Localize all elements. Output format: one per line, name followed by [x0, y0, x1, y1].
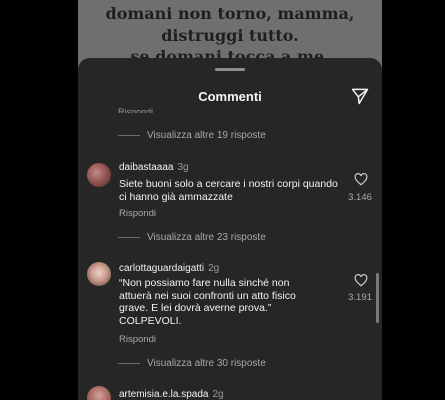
username[interactable]: daibastaaaa	[119, 162, 174, 173]
like-count: 3.191	[348, 292, 372, 303]
avatar[interactable]	[87, 386, 111, 400]
view-more-replies[interactable]: Visualizza altre 19 risposte	[118, 130, 266, 141]
sheet-title: Commenti	[198, 89, 262, 104]
comment-author[interactable]: carlottaguardaigatti 2g	[119, 263, 219, 274]
comment-text: Siete buoni solo a cercare i nostri corp…	[119, 178, 338, 203]
scrollbar[interactable]	[376, 273, 379, 323]
reply-button[interactable]: Rispondi	[119, 334, 156, 345]
comment-author[interactable]: daibastaaaa 3g	[119, 162, 189, 173]
divider-dash	[118, 363, 140, 364]
like-count: 3.146	[348, 192, 372, 203]
view-more-replies[interactable]: Visualizza altre 23 risposte	[118, 232, 266, 243]
heart-icon[interactable]	[354, 173, 368, 186]
view-more-replies-label: Visualizza altre 23 risposte	[147, 232, 266, 243]
view-more-replies-label: Visualizza altre 19 risposte	[147, 130, 266, 141]
story-text-line: distruggi tutto.	[161, 26, 299, 45]
avatar[interactable]	[87, 163, 111, 187]
comment-author[interactable]: artemisia.e.la.spada 2g	[119, 389, 224, 400]
comment-time: 3g	[177, 162, 189, 173]
story-text-line: domani non torno, mamma,	[105, 4, 355, 23]
divider-dash	[118, 135, 140, 136]
divider-dash	[118, 237, 140, 238]
send-icon[interactable]	[350, 86, 370, 106]
comment-time: 2g	[208, 263, 220, 274]
reply-button[interactable]: Rispondi	[119, 208, 156, 219]
drag-handle[interactable]	[215, 68, 245, 71]
view-more-replies[interactable]: Visualizza altre 30 risposte	[118, 358, 266, 369]
comments-sheet: Commenti Rispondi Visualizza altre 19 ri…	[78, 58, 382, 400]
username[interactable]: artemisia.e.la.spada	[119, 389, 209, 400]
view-more-replies-label: Visualizza altre 30 risposte	[147, 358, 266, 369]
comment-time: 2g	[212, 389, 224, 400]
reply-link-faded[interactable]: Rispondi	[118, 105, 153, 113]
avatar[interactable]	[87, 262, 111, 286]
username[interactable]: carlottaguardaigatti	[119, 263, 204, 274]
comment-text: “Non possiamo fare nulla sinché non attu…	[119, 277, 296, 327]
heart-icon[interactable]	[354, 274, 368, 287]
